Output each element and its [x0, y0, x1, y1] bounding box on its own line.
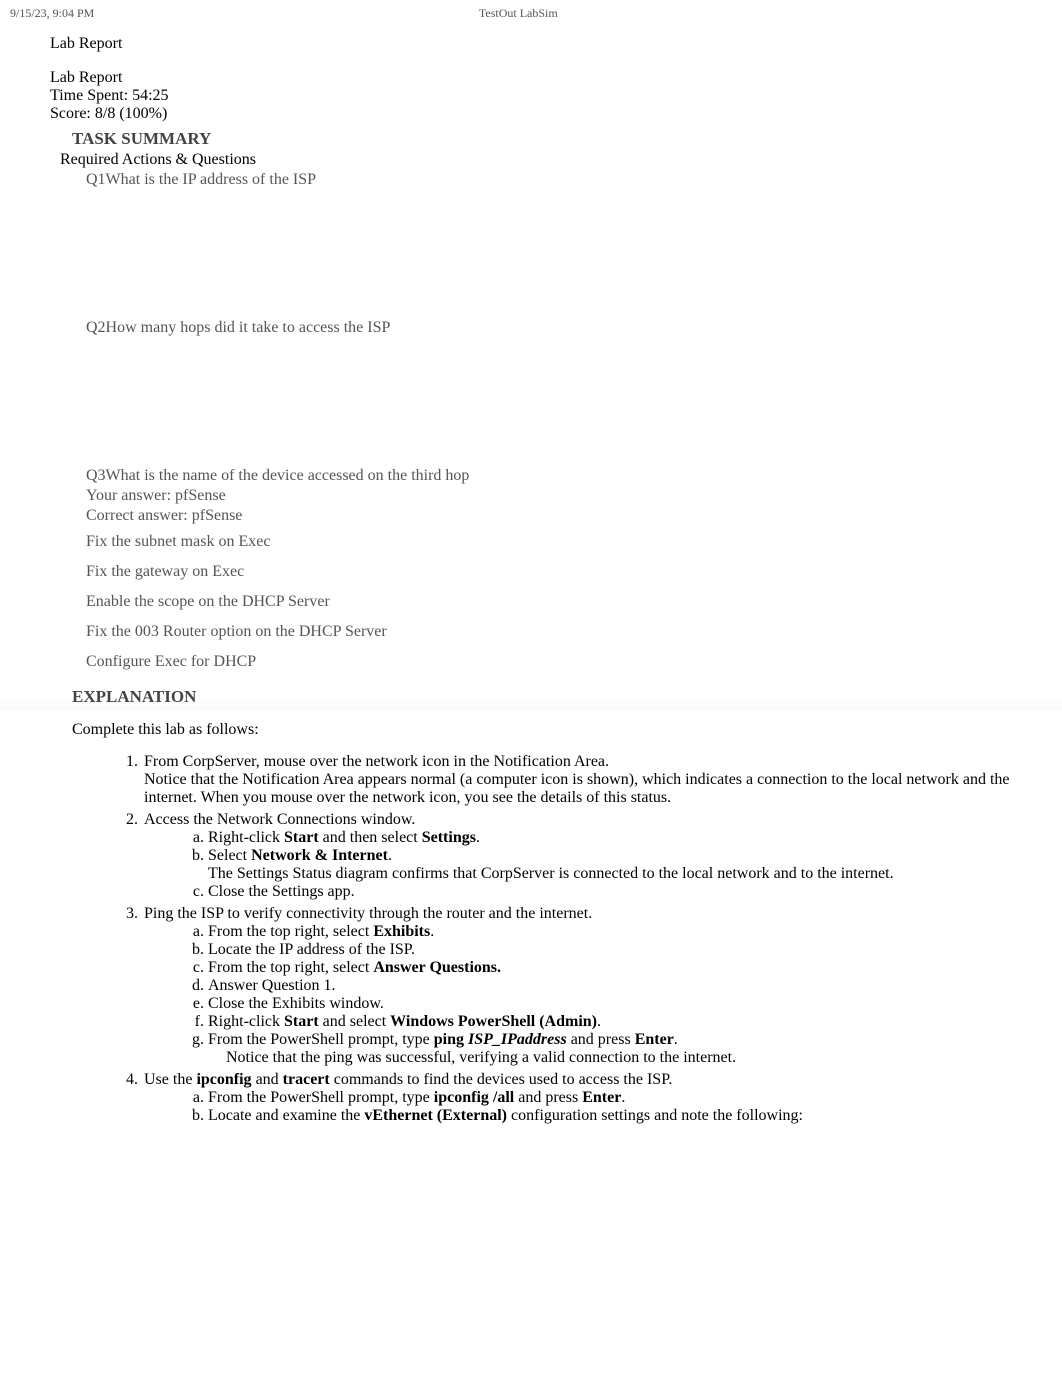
content: Lab Report Lab Report Time Spent: 54:25 … — [0, 35, 1062, 1159]
question-3: Q3What is the name of the device accesse… — [86, 467, 1012, 525]
step-4a: From the PowerShell prompt, type ipconfi… — [208, 1089, 1012, 1107]
question-3-correct-answer: Correct answer: pfSense — [86, 507, 1012, 525]
correct-answer-label: Correct answer: — [86, 507, 192, 524]
step-1: From CorpServer, mouse over the network … — [142, 753, 1012, 807]
task-summary-heading: TASK SUMMARY — [50, 129, 1012, 149]
question-2-text: Q2How many hops did it take to access th… — [86, 319, 1012, 337]
step-4b: Locate and examine the vEthernet (Extern… — [208, 1107, 1012, 1125]
step-2: Access the Network Connections window. R… — [142, 811, 1012, 901]
question-3-text: Q3What is the name of the device accesse… — [86, 467, 1012, 485]
time-spent-value: 54:25 — [132, 87, 168, 104]
step-3d: Answer Question 1. — [208, 977, 1012, 995]
step-2-text: Access the Network Connections window. — [144, 811, 415, 828]
step-1-note: Notice that the Notification Area appear… — [144, 771, 1012, 807]
question-1-text: Q1What is the IP address of the ISP — [86, 171, 1012, 189]
step-2-substeps: Right-click Start and then select Settin… — [208, 829, 1012, 901]
your-answer-label: Your answer: — [86, 487, 175, 504]
steps-list: From CorpServer, mouse over the network … — [142, 753, 1012, 1125]
step-2a: Right-click Start and then select Settin… — [208, 829, 1012, 847]
step-3-text: Ping the ISP to verify connectivity thro… — [144, 905, 592, 922]
time-spent: Time Spent: 54:25 — [50, 87, 1012, 105]
score: Score: 8/8 (100%) — [50, 105, 1012, 123]
print-timestamp: 9/15/23, 9:04 PM — [10, 6, 479, 21]
step-3g: From the PowerShell prompt, type ping IS… — [208, 1031, 1012, 1067]
step-3a: From the top right, select Exhibits. — [208, 923, 1012, 941]
your-answer-value: pfSense — [175, 487, 226, 504]
correct-answer-value: pfSense — [192, 507, 243, 524]
task-item: Fix the subnet mask on Exec — [86, 533, 1012, 551]
task-item: Fix the 003 Router option on the DHCP Se… — [86, 623, 1012, 641]
task-item: Fix the gateway on Exec — [86, 563, 1012, 581]
score-label: Score: — [50, 105, 95, 122]
question-2: Q2How many hops did it take to access th… — [86, 319, 1012, 467]
explanation-heading: EXPLANATION — [0, 683, 1062, 711]
step-3g-note: Notice that the ping was successful, ver… — [226, 1049, 1012, 1067]
step-4: Use the ipconfig and tracert commands to… — [142, 1071, 1012, 1125]
score-value: 8/8 (100%) — [95, 105, 167, 122]
task-item: Configure Exec for DHCP — [86, 653, 1012, 671]
question-3-your-answer: Your answer: pfSense — [86, 487, 1012, 505]
step-2b-note: The Settings Status diagram confirms tha… — [208, 865, 1012, 883]
required-actions-heading: Required Actions & Questions — [50, 151, 1012, 169]
step-3b: Locate the IP address of the ISP. — [208, 941, 1012, 959]
step-3: Ping the ISP to verify connectivity thro… — [142, 905, 1012, 1067]
page-header: 9/15/23, 9:04 PM TestOut LabSim — [0, 0, 1062, 27]
task-list: Fix the subnet mask on Exec Fix the gate… — [50, 533, 1012, 671]
lab-report-subtitle: Lab Report — [50, 69, 1012, 87]
app-title: TestOut LabSim — [479, 6, 1052, 21]
step-3e: Close the Exhibits window. — [208, 995, 1012, 1013]
step-2c: Close the Settings app. — [208, 883, 1012, 901]
step-4-substeps: From the PowerShell prompt, type ipconfi… — [208, 1089, 1012, 1125]
step-3c: From the top right, select Answer Questi… — [208, 959, 1012, 977]
time-spent-label: Time Spent: — [50, 87, 132, 104]
task-item: Enable the scope on the DHCP Server — [86, 593, 1012, 611]
questions-block: Q1What is the IP address of the ISP Q2Ho… — [50, 171, 1012, 525]
step-1-text: From CorpServer, mouse over the network … — [144, 753, 609, 770]
question-1: Q1What is the IP address of the ISP — [86, 171, 1012, 319]
step-3-substeps: From the top right, select Exhibits. Loc… — [208, 923, 1012, 1067]
step-3f: Right-click Start and select Windows Pow… — [208, 1013, 1012, 1031]
explanation-intro: Complete this lab as follows: — [50, 721, 1012, 739]
lab-report-title: Lab Report — [50, 35, 1012, 53]
step-2b: Select Network & Internet. The Settings … — [208, 847, 1012, 883]
